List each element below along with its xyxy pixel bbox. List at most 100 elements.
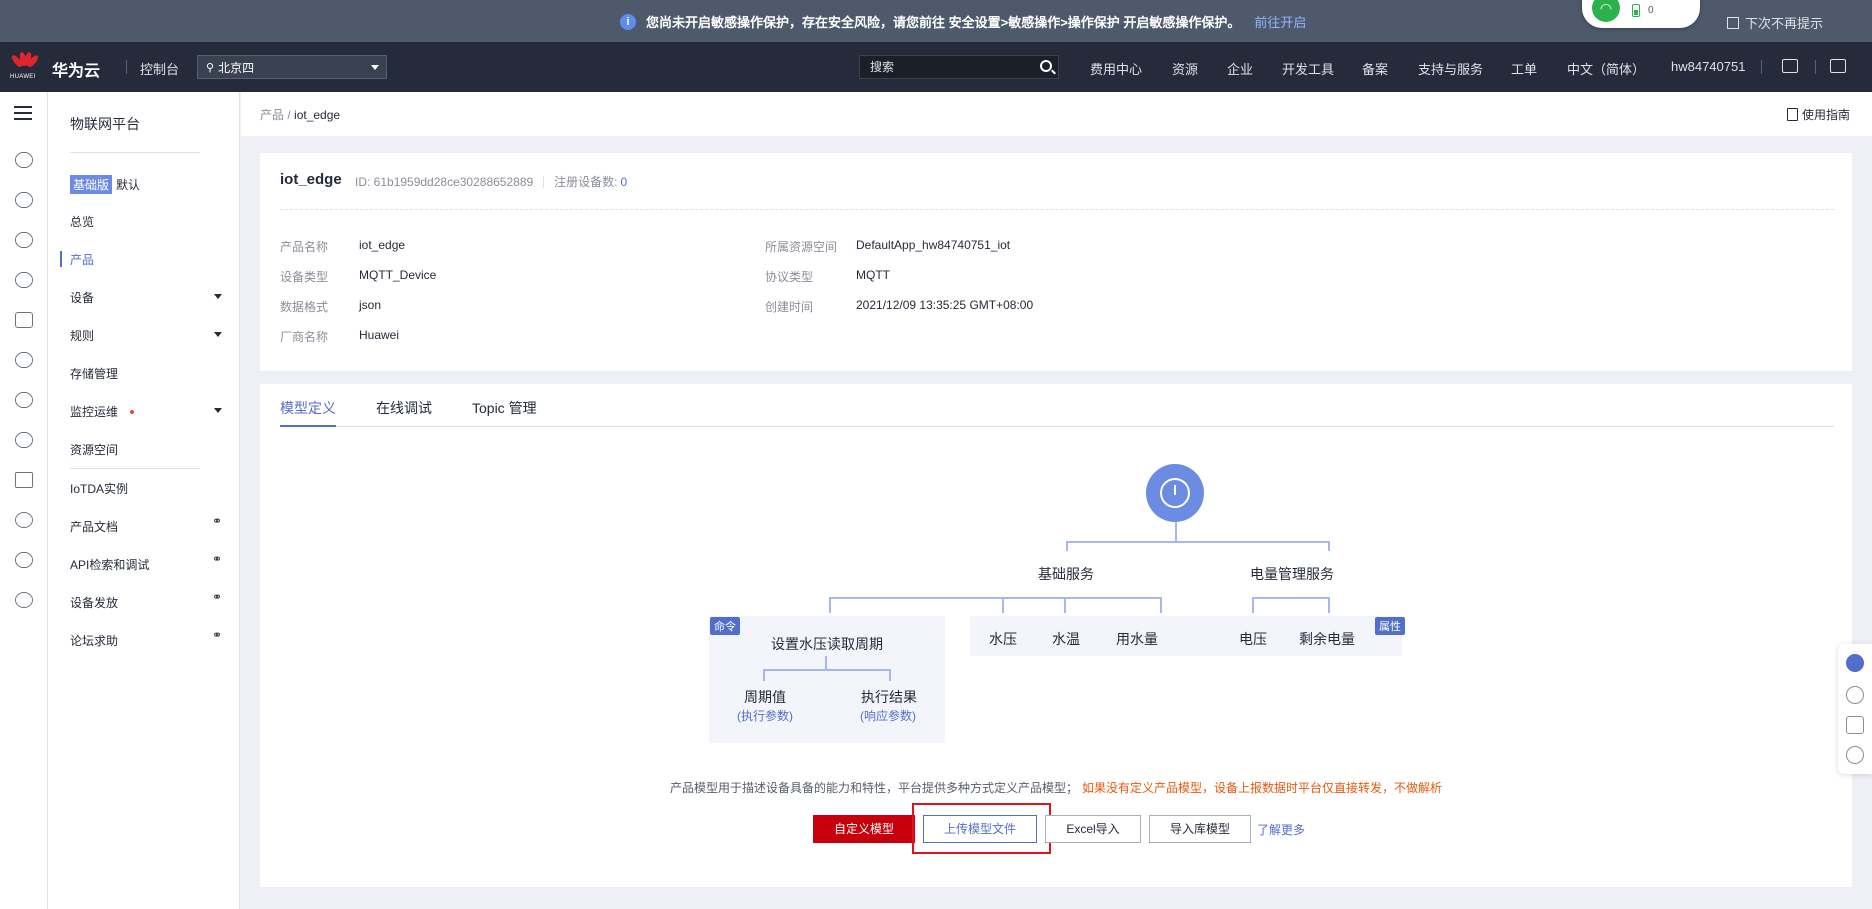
menu-icon[interactable] xyxy=(14,106,32,108)
network-status-popup[interactable]: ◠ 0 xyxy=(1582,0,1700,28)
product-meta: ID: 61b1959dd28ce30288652889 注册设备数: 0 xyxy=(355,173,627,190)
brand-name[interactable]: 华为云 xyxy=(52,57,100,81)
product-info-card: iot_edge ID: 61b1959dd28ce30288652889 注册… xyxy=(260,153,1852,371)
nav-dev-tools[interactable]: 开发工具 xyxy=(1282,59,1334,78)
battery-icon xyxy=(1632,4,1640,17)
cloud-service-icon[interactable] xyxy=(15,152,33,168)
database-icon[interactable] xyxy=(15,312,33,328)
service-power: 电量管理服务 xyxy=(1250,566,1334,582)
chevron-down-icon[interactable] xyxy=(214,294,222,299)
alert-dot xyxy=(130,410,134,414)
nav-language[interactable]: 中文（简体） xyxy=(1567,59,1645,78)
sidebar-item-monitoring[interactable]: 监控运维 xyxy=(70,403,118,420)
chevron-down-icon xyxy=(371,65,379,70)
sidebar-item-storage[interactable]: 存储管理 xyxy=(70,365,118,382)
registered-devices-count[interactable]: 0 xyxy=(621,175,628,189)
active-indicator xyxy=(60,251,62,267)
sidebar-item-products[interactable]: 产品 xyxy=(70,251,94,268)
tab-active-underline xyxy=(280,425,336,427)
tab-topic-management[interactable]: Topic 管理 xyxy=(472,398,537,418)
command-param-type: (执行参数) xyxy=(737,709,793,723)
huawei-logo[interactable]: HUAWEI xyxy=(8,51,42,82)
property-item: 水温 xyxy=(1052,631,1080,647)
nav-support[interactable]: 支持与服务 xyxy=(1418,59,1483,78)
notice-text: 您尚未开启敏感操作保护，存在安全风险，请您前往 安全设置>敏感操作>操作保护 开… xyxy=(646,15,1241,30)
nav-billing[interactable]: 费用中心 xyxy=(1090,59,1142,78)
edition-badge: 基础版 xyxy=(70,175,113,194)
property-item: 剩余电量 xyxy=(1299,631,1355,647)
help-icon[interactable] xyxy=(1846,686,1864,704)
command-tag: 命令 xyxy=(710,617,740,635)
field-label: 所属资源空间 xyxy=(765,240,838,254)
region-value: 北京四 xyxy=(218,60,255,75)
region-select[interactable]: ⚲ 北京四 xyxy=(197,55,387,79)
external-link-icon: ⚭ xyxy=(212,590,223,604)
tab-divider xyxy=(280,426,1834,427)
globe-icon[interactable] xyxy=(15,592,33,608)
chevron-down-icon[interactable] xyxy=(214,408,222,413)
storage-icon[interactable] xyxy=(15,232,33,248)
global-search-input[interactable]: 搜索 xyxy=(859,55,1059,79)
notice-enable-link[interactable]: 前往开启 xyxy=(1254,12,1306,31)
console-link[interactable]: 控制台 xyxy=(140,59,179,78)
learn-more-link[interactable]: 了解更多 xyxy=(1257,821,1305,838)
field-label: 设备类型 xyxy=(280,270,329,284)
edition-default: 默认 xyxy=(116,178,141,192)
field-value: json xyxy=(359,298,382,312)
product-id: ID: 61b1959dd28ce30288652889 xyxy=(355,174,534,189)
feedback-icon[interactable] xyxy=(1846,716,1864,734)
cluster-icon[interactable] xyxy=(15,552,33,568)
customer-service-icon[interactable] xyxy=(1846,654,1864,672)
excel-import-button[interactable]: Excel导入 xyxy=(1045,815,1141,843)
search-icon[interactable] xyxy=(1040,60,1052,72)
tab-model-definition[interactable]: 模型定义 xyxy=(280,398,336,418)
tab-online-debug[interactable]: 在线调试 xyxy=(376,398,432,418)
highlight-box xyxy=(912,803,1051,854)
sidebar-item-devices[interactable]: 设备 xyxy=(70,289,94,306)
property-tag: 属性 xyxy=(1375,617,1405,635)
sidebar-item-product-docs[interactable]: 产品文档 xyxy=(70,518,118,535)
nav-filing[interactable]: 备案 xyxy=(1362,59,1388,78)
security-cloud-icon[interactable] xyxy=(15,392,33,408)
user-guide-link[interactable]: 使用指南 xyxy=(1786,106,1850,123)
top-header: HUAWEI 华为云 控制台 ⚲ 北京四 搜索 费用中心 资源 企业 开发工具 … xyxy=(0,42,1872,92)
sidebar-item-api-explorer[interactable]: API检索和调试 xyxy=(70,556,149,573)
custom-model-button[interactable]: 自定义模型 xyxy=(813,815,915,843)
cloud-shell-icon[interactable] xyxy=(1782,59,1798,73)
cloud-icon[interactable] xyxy=(15,352,33,368)
sidebar-title: 物联网平台 xyxy=(70,116,140,132)
mail-icon[interactable] xyxy=(1830,59,1846,73)
cdn-icon[interactable] xyxy=(15,432,33,448)
import-library-model-button[interactable]: 导入库模型 xyxy=(1149,815,1251,843)
description-text: 产品模型用于描述设备具备的能力和特性，平台提供多种方式定义产品模型； xyxy=(670,781,1079,795)
field-label: 厂商名称 xyxy=(280,330,329,344)
ip-icon[interactable] xyxy=(15,512,33,528)
nav-tickets[interactable]: 工单 xyxy=(1511,59,1537,78)
breadcrumb-parent[interactable]: 产品 xyxy=(260,108,284,122)
edition-selector[interactable]: 基础版 默认 xyxy=(70,175,140,194)
sidebar-item-device-provisioning[interactable]: 设备发放 xyxy=(70,594,118,611)
nav-resources[interactable]: 资源 xyxy=(1172,59,1198,78)
dont-show-label: 下次不再提示 xyxy=(1745,16,1824,31)
nav-account[interactable]: hw84740751 xyxy=(1671,59,1745,74)
dont-show-again-checkbox[interactable]: 下次不再提示 xyxy=(1727,13,1823,32)
sidebar-item-rules[interactable]: 规则 xyxy=(70,327,94,344)
iot-sidebar: 物联网平台 基础版 默认 总览 产品 设备 规则 存储管理 监控运维 资源空间 I… xyxy=(48,92,240,909)
sidebar-item-forum[interactable]: 论坛求助 xyxy=(70,632,118,649)
sidebar-item-overview[interactable]: 总览 xyxy=(70,213,94,230)
notice-message: i 您尚未开启敏感操作保护，存在安全风险，请您前往 安全设置>敏感操作>操作保护… xyxy=(620,12,1306,31)
divider xyxy=(280,209,1834,210)
sidebar-item-iotda-instance[interactable]: IoTDA实例 xyxy=(70,480,128,497)
smiley-icon[interactable] xyxy=(1846,746,1864,764)
chevron-down-icon[interactable] xyxy=(214,332,222,337)
field-value: 2021/12/09 13:35:25 GMT+08:00 xyxy=(856,298,1034,312)
sidebar-item-resource-space[interactable]: 资源空间 xyxy=(70,441,118,458)
field-value: DefaultApp_hw84740751_iot xyxy=(856,238,1011,252)
checkbox-icon[interactable] xyxy=(1727,16,1739,29)
field-label: 产品名称 xyxy=(280,240,329,254)
network-icon[interactable] xyxy=(15,272,33,288)
breadcrumb-path: 产品 / iot_edge xyxy=(260,108,341,122)
cloud-server-icon[interactable] xyxy=(15,192,33,208)
deploy-icon[interactable] xyxy=(15,472,33,488)
nav-enterprise[interactable]: 企业 xyxy=(1227,59,1253,78)
